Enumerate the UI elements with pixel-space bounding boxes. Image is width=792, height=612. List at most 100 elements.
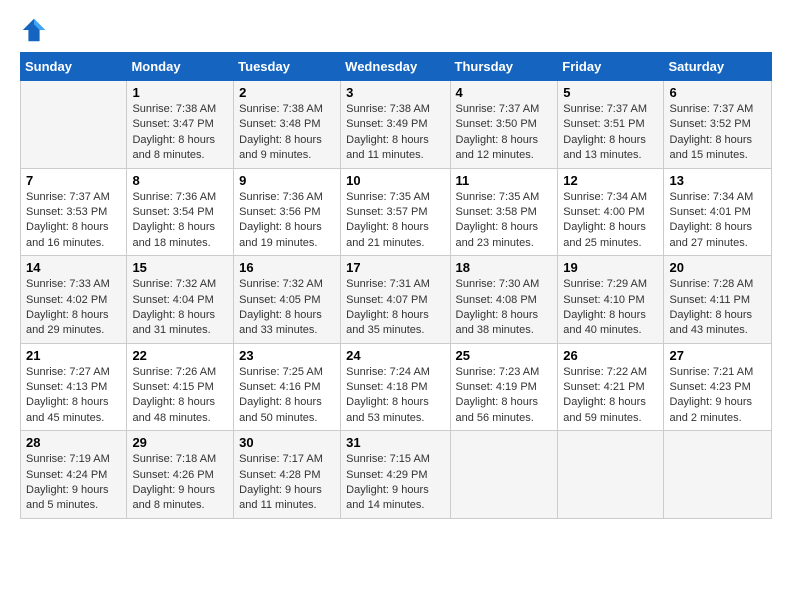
sunrise: Sunrise: 7:38 AM [239,103,323,115]
day-number: 22 [132,348,228,363]
day-info: Sunrise: 7:34 AM Sunset: 4:01 PM Dayligh… [669,190,766,252]
daylight: Daylight: 9 hours and 14 minutes. [346,484,429,511]
daylight: Daylight: 8 hours and 25 minutes. [563,221,646,248]
day-info: Sunrise: 7:37 AM Sunset: 3:50 PM Dayligh… [456,102,553,164]
daylight: Daylight: 9 hours and 5 minutes. [26,484,109,511]
day-info: Sunrise: 7:38 AM Sunset: 3:48 PM Dayligh… [239,102,335,164]
sunset: Sunset: 4:15 PM [132,381,213,393]
day-of-week-header: Saturday [664,53,772,81]
sunrise: Sunrise: 7:15 AM [346,453,430,465]
sunrise: Sunrise: 7:34 AM [563,191,647,203]
daylight: Daylight: 8 hours and 15 minutes. [669,134,752,161]
sunrise: Sunrise: 7:35 AM [456,191,540,203]
calendar-cell: 11 Sunrise: 7:35 AM Sunset: 3:58 PM Dayl… [450,168,558,256]
sunset: Sunset: 4:16 PM [239,381,320,393]
day-of-week-header: Friday [558,53,664,81]
daylight: Daylight: 8 hours and 59 minutes. [563,396,646,423]
sunset: Sunset: 4:21 PM [563,381,644,393]
day-number: 15 [132,260,228,275]
sunset: Sunset: 4:10 PM [563,294,644,306]
day-info: Sunrise: 7:37 AM Sunset: 3:53 PM Dayligh… [26,190,121,252]
sunrise: Sunrise: 7:19 AM [26,453,110,465]
calendar-cell: 14 Sunrise: 7:33 AM Sunset: 4:02 PM Dayl… [21,256,127,344]
sunset: Sunset: 3:50 PM [456,118,537,130]
day-number: 5 [563,85,658,100]
daylight: Daylight: 8 hours and 38 minutes. [456,309,539,336]
daylight: Daylight: 8 hours and 11 minutes. [346,134,429,161]
daylight: Daylight: 8 hours and 16 minutes. [26,221,109,248]
day-info: Sunrise: 7:22 AM Sunset: 4:21 PM Dayligh… [563,365,658,427]
sunset: Sunset: 3:47 PM [132,118,213,130]
sunrise: Sunrise: 7:24 AM [346,366,430,378]
daylight: Daylight: 8 hours and 45 minutes. [26,396,109,423]
day-info: Sunrise: 7:15 AM Sunset: 4:29 PM Dayligh… [346,452,444,514]
sunrise: Sunrise: 7:22 AM [563,366,647,378]
sunrise: Sunrise: 7:33 AM [26,278,110,290]
sunrise: Sunrise: 7:32 AM [239,278,323,290]
calendar-cell: 25 Sunrise: 7:23 AM Sunset: 4:19 PM Dayl… [450,343,558,431]
sunrise: Sunrise: 7:37 AM [456,103,540,115]
sunrise: Sunrise: 7:21 AM [669,366,753,378]
day-info: Sunrise: 7:34 AM Sunset: 4:00 PM Dayligh… [563,190,658,252]
days-header-row: SundayMondayTuesdayWednesdayThursdayFrid… [21,53,772,81]
day-number: 21 [26,348,121,363]
day-number: 18 [456,260,553,275]
sunrise: Sunrise: 7:37 AM [26,191,110,203]
calendar-cell [664,431,772,519]
daylight: Daylight: 8 hours and 56 minutes. [456,396,539,423]
daylight: Daylight: 8 hours and 21 minutes. [346,221,429,248]
sunset: Sunset: 4:01 PM [669,206,750,218]
sunset: Sunset: 4:29 PM [346,469,427,481]
daylight: Daylight: 8 hours and 12 minutes. [456,134,539,161]
calendar-cell: 23 Sunrise: 7:25 AM Sunset: 4:16 PM Dayl… [234,343,341,431]
daylight: Daylight: 8 hours and 18 minutes. [132,221,215,248]
day-number: 6 [669,85,766,100]
day-info: Sunrise: 7:29 AM Sunset: 4:10 PM Dayligh… [563,277,658,339]
calendar-cell: 6 Sunrise: 7:37 AM Sunset: 3:52 PM Dayli… [664,81,772,169]
calendar-cell: 16 Sunrise: 7:32 AM Sunset: 4:05 PM Dayl… [234,256,341,344]
sunrise: Sunrise: 7:26 AM [132,366,216,378]
calendar-cell: 12 Sunrise: 7:34 AM Sunset: 4:00 PM Dayl… [558,168,664,256]
sunrise: Sunrise: 7:37 AM [563,103,647,115]
sunset: Sunset: 4:13 PM [26,381,107,393]
day-number: 1 [132,85,228,100]
sunset: Sunset: 3:54 PM [132,206,213,218]
calendar-week-row: 21 Sunrise: 7:27 AM Sunset: 4:13 PM Dayl… [21,343,772,431]
daylight: Daylight: 8 hours and 13 minutes. [563,134,646,161]
day-number: 14 [26,260,121,275]
day-number: 28 [26,435,121,450]
calendar-table: SundayMondayTuesdayWednesdayThursdayFrid… [20,52,772,519]
day-number: 4 [456,85,553,100]
day-number: 8 [132,173,228,188]
day-number: 3 [346,85,444,100]
daylight: Daylight: 9 hours and 11 minutes. [239,484,322,511]
day-number: 25 [456,348,553,363]
day-number: 2 [239,85,335,100]
sunset: Sunset: 4:26 PM [132,469,213,481]
day-number: 19 [563,260,658,275]
calendar-cell: 22 Sunrise: 7:26 AM Sunset: 4:15 PM Dayl… [127,343,234,431]
daylight: Daylight: 8 hours and 40 minutes. [563,309,646,336]
calendar-cell: 13 Sunrise: 7:34 AM Sunset: 4:01 PM Dayl… [664,168,772,256]
day-number: 17 [346,260,444,275]
day-number: 31 [346,435,444,450]
calendar-cell: 9 Sunrise: 7:36 AM Sunset: 3:56 PM Dayli… [234,168,341,256]
calendar-cell: 18 Sunrise: 7:30 AM Sunset: 4:08 PM Dayl… [450,256,558,344]
daylight: Daylight: 8 hours and 50 minutes. [239,396,322,423]
calendar-cell: 17 Sunrise: 7:31 AM Sunset: 4:07 PM Dayl… [341,256,450,344]
sunrise: Sunrise: 7:30 AM [456,278,540,290]
sunset: Sunset: 4:11 PM [669,294,750,306]
day-info: Sunrise: 7:18 AM Sunset: 4:26 PM Dayligh… [132,452,228,514]
sunset: Sunset: 3:56 PM [239,206,320,218]
day-number: 27 [669,348,766,363]
sunset: Sunset: 4:24 PM [26,469,107,481]
calendar-week-row: 28 Sunrise: 7:19 AM Sunset: 4:24 PM Dayl… [21,431,772,519]
sunrise: Sunrise: 7:32 AM [132,278,216,290]
day-number: 12 [563,173,658,188]
day-number: 20 [669,260,766,275]
calendar-cell: 1 Sunrise: 7:38 AM Sunset: 3:47 PM Dayli… [127,81,234,169]
daylight: Daylight: 9 hours and 8 minutes. [132,484,215,511]
sunrise: Sunrise: 7:35 AM [346,191,430,203]
logo [20,16,52,44]
day-info: Sunrise: 7:36 AM Sunset: 3:54 PM Dayligh… [132,190,228,252]
